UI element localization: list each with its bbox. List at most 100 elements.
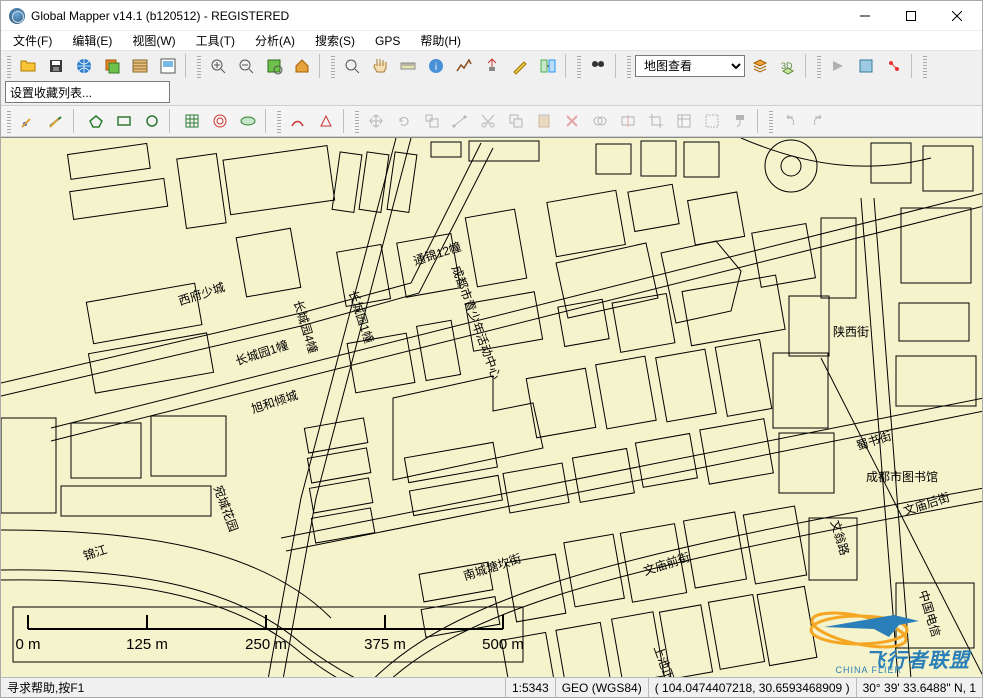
digitizer-tool-button[interactable] <box>507 53 533 79</box>
menu-view[interactable]: 视图(W) <box>124 30 183 51</box>
toolbar-separator <box>265 109 271 133</box>
paint-button[interactable] <box>727 108 753 134</box>
create-cogo-button[interactable] <box>313 108 339 134</box>
cut-selected-button[interactable] <box>475 108 501 134</box>
home-view-button[interactable] <box>289 53 315 79</box>
create-area-button[interactable] <box>83 108 109 134</box>
zoom-tool-button[interactable] <box>339 53 365 79</box>
search-button[interactable] <box>585 53 611 79</box>
scale-tick-label: 125 m <box>126 636 168 653</box>
watermark-subtext: CHINA FLIER <box>835 665 902 675</box>
create-line-button[interactable] <box>43 108 69 134</box>
scale-tick-label: 375 m <box>364 636 406 653</box>
zoom-in-button[interactable] <box>205 53 231 79</box>
rotate-feature-button[interactable] <box>391 108 417 134</box>
toolbar-separator <box>319 54 325 78</box>
scale-feature-button[interactable] <box>419 108 445 134</box>
viewshed-button[interactable] <box>479 53 505 79</box>
create-point-button[interactable] <box>15 108 41 134</box>
toolbar-separator <box>805 54 811 78</box>
crop-button[interactable] <box>643 108 669 134</box>
status-latlon: 30° 39' 33.6488" N, 1 <box>856 678 982 697</box>
configure-button[interactable] <box>127 53 153 79</box>
feature-info-button[interactable]: i <box>423 53 449 79</box>
toolbar-grip[interactable] <box>331 54 335 78</box>
paste-button[interactable] <box>531 108 557 134</box>
toolbar-separator <box>185 54 191 78</box>
menu-analysis[interactable]: 分析(A) <box>247 30 303 51</box>
vertex-edit-button[interactable] <box>447 108 473 134</box>
gps-settings-button[interactable] <box>853 53 879 79</box>
toolbar-main: i 地图查看 3D <box>1 51 982 106</box>
gps-start-button[interactable] <box>825 53 851 79</box>
app-icon <box>9 8 25 24</box>
toolbar-grip[interactable] <box>7 109 11 133</box>
view-mode-select[interactable]: 地图查看 <box>635 55 745 77</box>
toolbar-separator <box>565 54 571 78</box>
scale-bar: 0 m 125 m 250 m 375 m 500 m <box>13 607 523 667</box>
delete-button[interactable] <box>559 108 585 134</box>
toolbar-separator <box>911 54 917 78</box>
toolbar-grip[interactable] <box>627 54 631 78</box>
menubar: 文件(F) 编辑(E) 视图(W) 工具(T) 分析(A) 搜索(S) GPS … <box>1 31 982 51</box>
menu-search[interactable]: 搜索(S) <box>307 30 363 51</box>
zoom-out-button[interactable] <box>233 53 259 79</box>
save-button[interactable] <box>43 53 69 79</box>
split-button[interactable] <box>615 108 641 134</box>
toolbar-separator <box>615 54 621 78</box>
window-title: Global Mapper v14.1 (b120512) - REGISTER… <box>31 9 289 23</box>
combine-button[interactable] <box>587 108 613 134</box>
toolbar-grip[interactable] <box>197 54 201 78</box>
toolbar-grip[interactable] <box>355 109 359 133</box>
toolbar-grip[interactable] <box>7 54 11 78</box>
close-button[interactable] <box>934 1 980 31</box>
measure-tool-button[interactable] <box>395 53 421 79</box>
move-feature-button[interactable] <box>363 108 389 134</box>
menu-file[interactable]: 文件(F) <box>5 30 60 51</box>
create-circle-button[interactable] <box>139 108 165 134</box>
create-grid-button[interactable] <box>179 108 205 134</box>
open-button[interactable] <box>15 53 41 79</box>
menu-edit[interactable]: 编辑(E) <box>64 30 120 51</box>
toolbar-grip[interactable] <box>277 109 281 133</box>
status-help: 寻求帮助,按F1 <box>1 679 505 696</box>
online-sources-button[interactable] <box>71 53 97 79</box>
minimize-button[interactable] <box>842 1 888 31</box>
status-projection: GEO (WGS84) <box>555 678 648 697</box>
scale-tick-label: 0 m <box>15 636 40 653</box>
map-layout-button[interactable] <box>155 53 181 79</box>
undo-button[interactable] <box>777 108 803 134</box>
toolbar-grip[interactable] <box>577 54 581 78</box>
trace-line-button[interactable] <box>285 108 311 134</box>
toolbar-grip[interactable] <box>769 109 773 133</box>
coord-convert-button[interactable] <box>535 53 561 79</box>
copy-selected-button[interactable] <box>503 108 529 134</box>
map-label: 成都市图书馆 <box>866 468 938 485</box>
map-catalog-button[interactable] <box>747 53 773 79</box>
menu-tools[interactable]: 工具(T) <box>188 30 243 51</box>
maximize-button[interactable] <box>888 1 934 31</box>
attributes-button[interactable] <box>671 108 697 134</box>
status-scale: 1:5343 <box>505 678 555 697</box>
menu-gps[interactable]: GPS <box>367 32 408 50</box>
path-profile-button[interactable] <box>451 53 477 79</box>
create-range-rings-button[interactable] <box>207 108 233 134</box>
status-bar: 寻求帮助,按F1 1:5343 GEO (WGS84) ( 104.047440… <box>1 677 982 697</box>
redo-button[interactable] <box>805 108 831 134</box>
feature-edit-box-button[interactable] <box>699 108 725 134</box>
menu-help[interactable]: 帮助(H) <box>412 30 469 51</box>
full-view-button[interactable] <box>261 53 287 79</box>
create-buffer-button[interactable] <box>235 108 261 134</box>
title-bar: Global Mapper v14.1 (b120512) - REGISTER… <box>1 1 982 31</box>
toolbar-grip[interactable] <box>817 54 821 78</box>
favorites-input[interactable] <box>5 81 170 103</box>
create-rect-button[interactable] <box>111 108 137 134</box>
gps-tracks-button[interactable] <box>881 53 907 79</box>
map-label: 陕西街 <box>833 323 869 340</box>
svg-text:i: i <box>435 62 437 73</box>
3d-view-button[interactable]: 3D <box>775 53 801 79</box>
layer-control-button[interactable] <box>99 53 125 79</box>
pan-tool-button[interactable] <box>367 53 393 79</box>
toolbar-grip[interactable] <box>923 54 927 78</box>
map-viewport[interactable]: 西府少城 长城园4幢 长城园1幢 长城园1幢 旭和倾城 通锦12幢 成都市青少年… <box>1 137 982 677</box>
